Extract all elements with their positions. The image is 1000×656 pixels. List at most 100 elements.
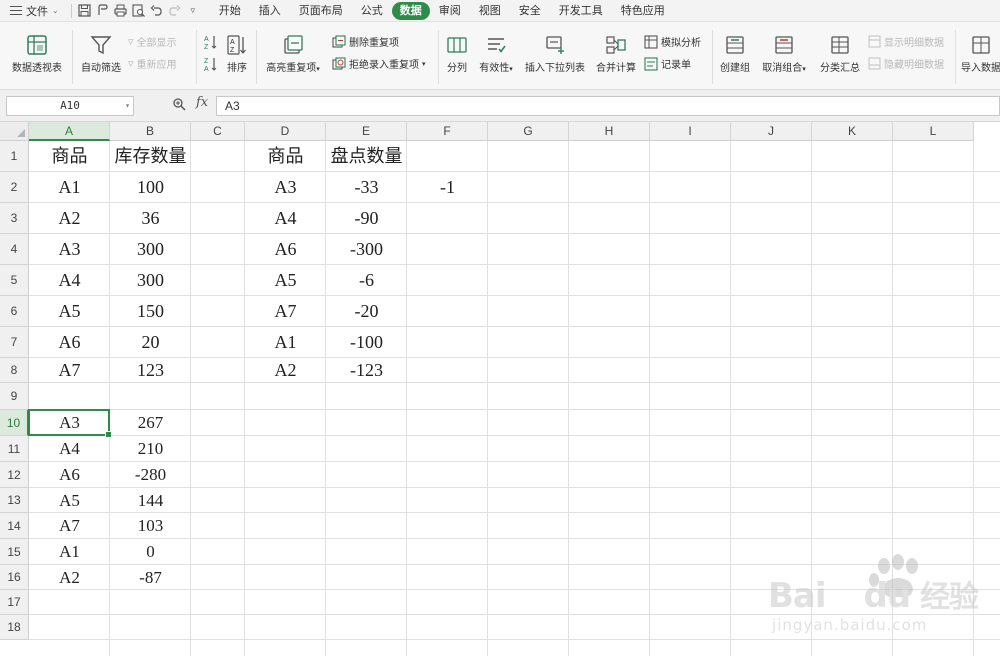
row-header-16[interactable]: 16 [0, 565, 29, 590]
cell-E7[interactable]: -100 [326, 327, 407, 358]
ungroup-button[interactable]: 取消组合▾ [758, 34, 810, 74]
tab-view[interactable]: 视图 [470, 2, 510, 20]
cell-B2[interactable]: 100 [110, 172, 191, 203]
tab-review[interactable]: 审阅 [430, 2, 470, 20]
row-header-12[interactable]: 12 [0, 462, 29, 488]
cell-A4[interactable]: A3 [29, 234, 110, 265]
tab-home[interactable]: 开始 [210, 2, 250, 20]
cell-E5[interactable]: -6 [326, 265, 407, 296]
redo-icon[interactable] [166, 2, 184, 20]
cell-B3[interactable]: 36 [110, 203, 191, 234]
row-header-11[interactable]: 11 [0, 436, 29, 462]
cell-B10[interactable]: 267 [110, 410, 191, 436]
cell-A5[interactable]: A4 [29, 265, 110, 296]
cell-A1[interactable]: 商品 [29, 141, 110, 172]
row-header-8[interactable]: 8 [0, 358, 29, 383]
row-header-7[interactable]: 7 [0, 327, 29, 358]
cell-B11[interactable]: 210 [110, 436, 191, 462]
cell-E2[interactable]: -33 [326, 172, 407, 203]
cell-F2[interactable]: -1 [407, 172, 488, 203]
print-icon[interactable] [112, 2, 130, 20]
tab-security[interactable]: 安全 [510, 2, 550, 20]
cell-E1[interactable]: 盘点数量 [326, 141, 407, 172]
remove-duplicates-button[interactable]: 删除重复项 [332, 34, 399, 49]
select-all-corner[interactable] [0, 122, 29, 141]
column-header-D[interactable]: D [245, 122, 326, 141]
cell-D4[interactable]: A6 [245, 234, 326, 265]
cell-A11[interactable]: A4 [29, 436, 110, 462]
cell-A2[interactable]: A1 [29, 172, 110, 203]
formula-input[interactable]: A3 [216, 96, 1000, 116]
cell-A6[interactable]: A5 [29, 296, 110, 327]
row-header-18[interactable]: 18 [0, 615, 29, 640]
cell-D3[interactable]: A4 [245, 203, 326, 234]
print-preview-icon[interactable] [130, 2, 148, 20]
file-menu[interactable]: 文件 ⌄ [0, 0, 67, 22]
cell-B1[interactable]: 库存数量 [110, 141, 191, 172]
record-form-button[interactable]: 记录单 [644, 56, 691, 71]
customize-toolbar-icon[interactable]: ▿ [184, 2, 202, 20]
row-header-3[interactable]: 3 [0, 203, 29, 234]
row-header-14[interactable]: 14 [0, 513, 29, 539]
name-box[interactable]: A10 ▾ [6, 96, 134, 116]
column-header-A[interactable]: A [29, 122, 110, 141]
reject-duplicates-button[interactable]: 拒绝录入重复项 ▾ [332, 56, 426, 71]
consolidate-button[interactable]: 合并计算 [592, 34, 640, 74]
show-all-button[interactable]: ▿ 全部显示 [128, 34, 177, 49]
tab-page-layout[interactable]: 页面布局 [290, 2, 352, 20]
export-pdf-icon[interactable] [94, 2, 112, 20]
column-header-E[interactable]: E [326, 122, 407, 141]
column-header-F[interactable]: F [407, 122, 488, 141]
validity-button[interactable]: 有效性▾ [474, 34, 518, 74]
subtotal-button[interactable]: 分类汇总 [816, 34, 864, 74]
show-detail-button[interactable]: 显示明细数据 [868, 34, 944, 49]
cell-A14[interactable]: A7 [29, 513, 110, 539]
insert-function-button[interactable]: fx [196, 95, 208, 110]
cell-B13[interactable]: 144 [110, 488, 191, 513]
autofilter-button[interactable]: 自动筛选 [78, 34, 124, 74]
import-data-button[interactable]: 导入数据 [960, 34, 1000, 74]
row-header-2[interactable]: 2 [0, 172, 29, 203]
cell-D2[interactable]: A3 [245, 172, 326, 203]
cell-D6[interactable]: A7 [245, 296, 326, 327]
row-header-10[interactable]: 10 [0, 410, 29, 436]
zoom-icon[interactable] [172, 97, 186, 114]
cell-D5[interactable]: A5 [245, 265, 326, 296]
row-header-1[interactable]: 1 [0, 141, 29, 172]
row-header-15[interactable]: 15 [0, 539, 29, 565]
column-header-H[interactable]: H [569, 122, 650, 141]
column-header-B[interactable]: B [110, 122, 191, 141]
create-group-button[interactable]: 创建组 [716, 34, 754, 74]
column-header-L[interactable]: L [893, 122, 974, 141]
cell-B12[interactable]: -280 [110, 462, 191, 488]
cell-B5[interactable]: 300 [110, 265, 191, 296]
cell-B15[interactable]: 0 [110, 539, 191, 565]
reapply-button[interactable]: ▿ 重新应用 [128, 56, 177, 71]
highlight-duplicates-button[interactable]: 高亮重复项▾ [262, 34, 324, 74]
cell-A13[interactable]: A5 [29, 488, 110, 513]
sort-descending-button[interactable]: ZA [204, 56, 218, 72]
cell-D8[interactable]: A2 [245, 358, 326, 383]
sort-button[interactable]: AZ 排序 [222, 34, 252, 74]
insert-dropdown-list-button[interactable]: 插入下拉列表 [522, 34, 588, 74]
hide-detail-button[interactable]: 隐藏明细数据 [868, 56, 944, 71]
cell-A10[interactable]: A3 [29, 410, 110, 436]
tab-developer[interactable]: 开发工具 [550, 2, 612, 20]
pivot-table-button[interactable]: 数据透视表 [6, 34, 68, 74]
cell-A3[interactable]: A2 [29, 203, 110, 234]
cell-E8[interactable]: -123 [326, 358, 407, 383]
text-to-columns-button[interactable]: 分列 [442, 34, 472, 74]
row-header-4[interactable]: 4 [0, 234, 29, 265]
tab-data[interactable]: 数据 [391, 1, 430, 20]
column-header-K[interactable]: K [812, 122, 893, 141]
column-header-J[interactable]: J [731, 122, 812, 141]
cell-D1[interactable]: 商品 [245, 141, 326, 172]
what-if-analysis-button[interactable]: 模拟分析 [644, 34, 701, 49]
undo-icon[interactable] [148, 2, 166, 20]
sort-ascending-button[interactable]: AZ [204, 34, 218, 50]
cell-A16[interactable]: A2 [29, 565, 110, 590]
row-header-5[interactable]: 5 [0, 265, 29, 296]
save-icon[interactable] [76, 2, 94, 20]
cell-E3[interactable]: -90 [326, 203, 407, 234]
cell-B14[interactable]: 103 [110, 513, 191, 539]
